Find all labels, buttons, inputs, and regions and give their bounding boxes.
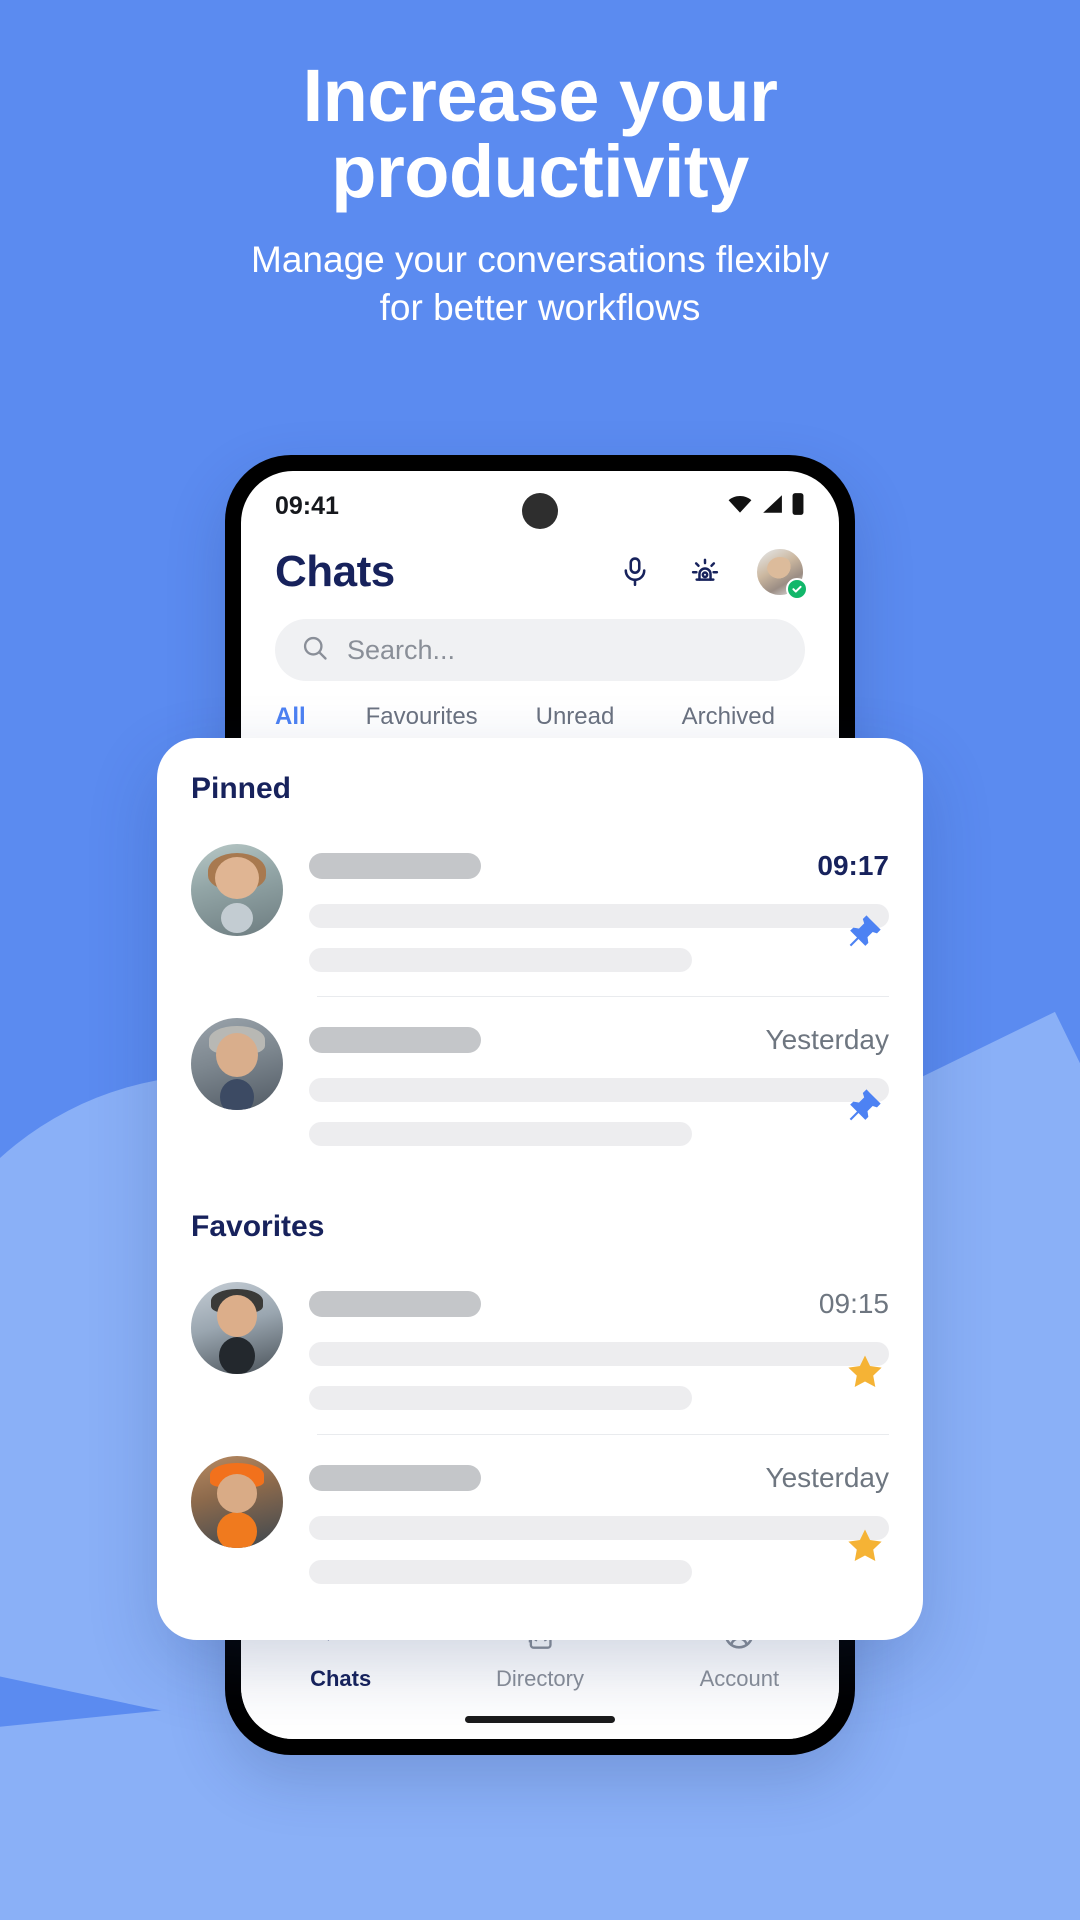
status-bar: 09:41	[241, 471, 839, 541]
man-uniform-avatar	[191, 1282, 283, 1374]
nav-label-directory: Directory	[495, 1666, 584, 1691]
app-header: Chats	[241, 541, 839, 600]
older-man-glasses-avatar	[191, 1018, 283, 1110]
chat-list-card: Pinned 09:17 Yesterday Favorites 09:15 Y…	[157, 738, 923, 1640]
chat-row-header: 09:15	[309, 1288, 889, 1320]
wifi-icon	[727, 494, 753, 519]
contact-name-placeholder	[309, 1027, 481, 1053]
chat-row-content: 09:15	[309, 1282, 889, 1410]
message-preview-placeholder-line-1	[309, 1342, 889, 1366]
status-bar-system-icons	[727, 492, 805, 521]
verified-check-icon	[786, 578, 808, 600]
message-preview-placeholder-line-1	[309, 904, 889, 928]
contact-name-placeholder	[309, 1465, 481, 1491]
hero-title: Increase your productivity	[0, 54, 1080, 214]
message-preview-placeholder-line-2	[309, 1122, 692, 1146]
front-camera-punch-hole	[522, 493, 558, 529]
message-preview-placeholder-line-1	[309, 1078, 889, 1102]
chat-row-content: 09:17	[309, 844, 889, 972]
chat-timestamp: Yesterday	[765, 1462, 890, 1493]
woman-headset-avatar	[191, 844, 283, 936]
microphone-icon[interactable]	[615, 552, 655, 592]
construction-worker-avatar	[191, 1456, 283, 1548]
pin-icon[interactable]	[843, 1086, 887, 1130]
message-preview-placeholder-line-2	[309, 948, 692, 972]
message-preview-placeholder-line-2	[309, 1560, 692, 1584]
chat-list-item[interactable]: Yesterday	[157, 996, 923, 1170]
cellular-signal-icon	[761, 494, 783, 519]
alert-siren-icon[interactable]	[685, 552, 725, 592]
chat-list-item[interactable]: 09:17	[157, 822, 923, 996]
star-icon[interactable]	[843, 1350, 887, 1394]
hero-subtitle-line-1: Manage your conversations flexibly	[251, 239, 829, 281]
search-input[interactable]: Search...	[275, 619, 805, 681]
chat-timestamp: Yesterday	[765, 1024, 890, 1055]
chat-row-header: Yesterday	[309, 1024, 889, 1056]
search-icon	[301, 634, 329, 667]
chat-row-header: 09:17	[309, 850, 889, 882]
pin-icon[interactable]	[843, 912, 887, 956]
chat-list-item[interactable]: Yesterday	[157, 1434, 923, 1608]
contact-name-placeholder	[309, 1291, 481, 1317]
battery-icon	[791, 492, 805, 521]
status-bar-time: 09:41	[275, 491, 339, 520]
profile-avatar[interactable]	[755, 547, 808, 600]
message-preview-placeholder-line-2	[309, 1386, 692, 1410]
chat-list-item[interactable]: 09:15	[157, 1260, 923, 1434]
message-preview-placeholder-line-1	[309, 1516, 889, 1540]
nav-label-chats: Chats	[310, 1666, 372, 1691]
hero-section: Increase your productivity Manage your c…	[0, 0, 1080, 331]
search-placeholder: Search...	[347, 634, 456, 665]
star-icon[interactable]	[843, 1524, 887, 1568]
hero-title-line-2: productivity	[331, 130, 749, 214]
chat-row-content: Yesterday	[309, 1456, 889, 1584]
chat-row-header: Yesterday	[309, 1462, 889, 1494]
hero-subtitle: Manage your conversations flexibly for b…	[0, 236, 1080, 331]
section-title-favorites: Favorites	[191, 1210, 325, 1243]
header-actions	[615, 547, 808, 600]
page-title: Chats	[275, 547, 395, 596]
hero-subtitle-line-2: for better workflows	[379, 286, 701, 328]
chat-timestamp: 09:15	[818, 1288, 889, 1319]
chat-timestamp: 09:17	[817, 850, 889, 881]
contact-name-placeholder	[309, 853, 481, 879]
hero-title-line-1: Increase your	[302, 54, 778, 137]
chat-row-content: Yesterday	[309, 1018, 889, 1146]
home-indicator	[465, 1716, 615, 1723]
nav-label-account: Account	[699, 1666, 780, 1691]
section-title-pinned: Pinned	[191, 772, 292, 805]
